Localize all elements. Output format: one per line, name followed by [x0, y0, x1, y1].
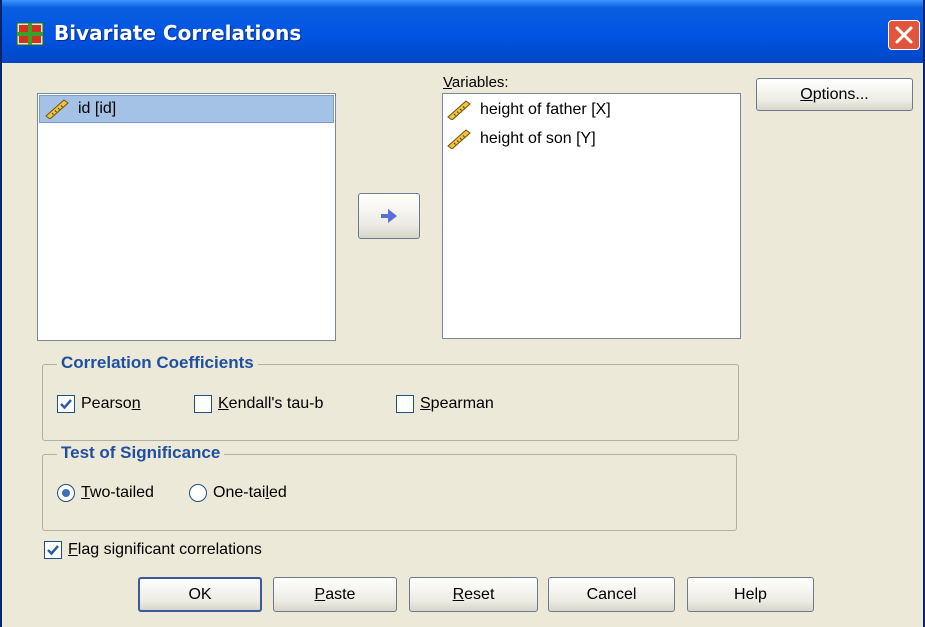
help-button[interactable]: Help: [687, 577, 814, 612]
ok-button[interactable]: OK: [138, 577, 262, 612]
ruler-icon: [447, 129, 471, 149]
kendall-checkbox[interactable]: Kendall's tau-b: [194, 395, 323, 413]
checkmark-icon: [60, 399, 72, 410]
reset-button[interactable]: Reset: [409, 577, 538, 612]
title-bar[interactable]: Bivariate Correlations: [2, 0, 923, 63]
variables-list[interactable]: height of father [X] height of son [Y]: [442, 93, 741, 339]
one-tailed-radio[interactable]: One-tailed: [189, 484, 287, 502]
spearman-checkbox[interactable]: Spearman: [396, 395, 494, 413]
variables-label: Variables:: [443, 74, 509, 91]
radio-label: One-tailed: [213, 484, 287, 501]
close-icon: [895, 26, 913, 44]
move-to-variables-button[interactable]: [358, 193, 420, 239]
app-icon: [16, 22, 44, 46]
checkbox-label: Pearson: [81, 395, 141, 412]
checkbox-box: [57, 395, 75, 413]
list-item-id[interactable]: id [id]: [39, 95, 334, 123]
cancel-button[interactable]: Cancel: [548, 577, 675, 612]
checkbox-box: [396, 395, 414, 413]
radio-button: [189, 484, 207, 502]
list-item-height-of-son[interactable]: height of son [Y]: [446, 125, 596, 153]
group-title: Correlation Coefficients: [57, 353, 258, 373]
radio-dot: [62, 489, 70, 497]
two-tailed-radio[interactable]: Two-tailed: [57, 484, 154, 502]
radio-label: Two-tailed: [81, 484, 154, 501]
list-item-label: height of father [X]: [480, 101, 611, 118]
ruler-icon: [447, 100, 471, 120]
options-button[interactable]: Options...: [756, 78, 913, 111]
checkbox-box: [194, 395, 212, 413]
checkbox-box: [44, 541, 62, 559]
ruler-icon: [45, 99, 69, 119]
checkbox-label: Flag significant correlations: [68, 541, 262, 558]
test-of-significance-group: Test of Significance Two-tailed One-tail…: [42, 443, 737, 531]
list-item-label: id [id]: [78, 100, 117, 117]
list-item-height-of-father[interactable]: height of father [X]: [446, 96, 611, 124]
source-variable-list[interactable]: id [id]: [37, 93, 336, 341]
paste-button[interactable]: Paste: [273, 577, 397, 612]
radio-button: [57, 484, 75, 502]
close-button[interactable]: [888, 20, 920, 50]
flag-significant-checkbox[interactable]: Flag significant correlations: [44, 541, 262, 559]
checkbox-label: Spearman: [420, 395, 494, 412]
checkbox-label: Kendall's tau-b: [218, 395, 324, 412]
list-item-label: height of son [Y]: [480, 130, 596, 147]
correlation-coefficients-group: Correlation Coefficients Pearson Kendall…: [42, 353, 739, 441]
window-title: Bivariate Correlations: [54, 21, 302, 45]
checkmark-icon: [47, 545, 59, 556]
pearson-checkbox[interactable]: Pearson: [57, 395, 141, 413]
group-title: Test of Significance: [57, 443, 225, 463]
dialog-window: Bivariate Correlations id [id] Variables…: [0, 0, 925, 627]
right-arrow-icon: [381, 209, 397, 223]
